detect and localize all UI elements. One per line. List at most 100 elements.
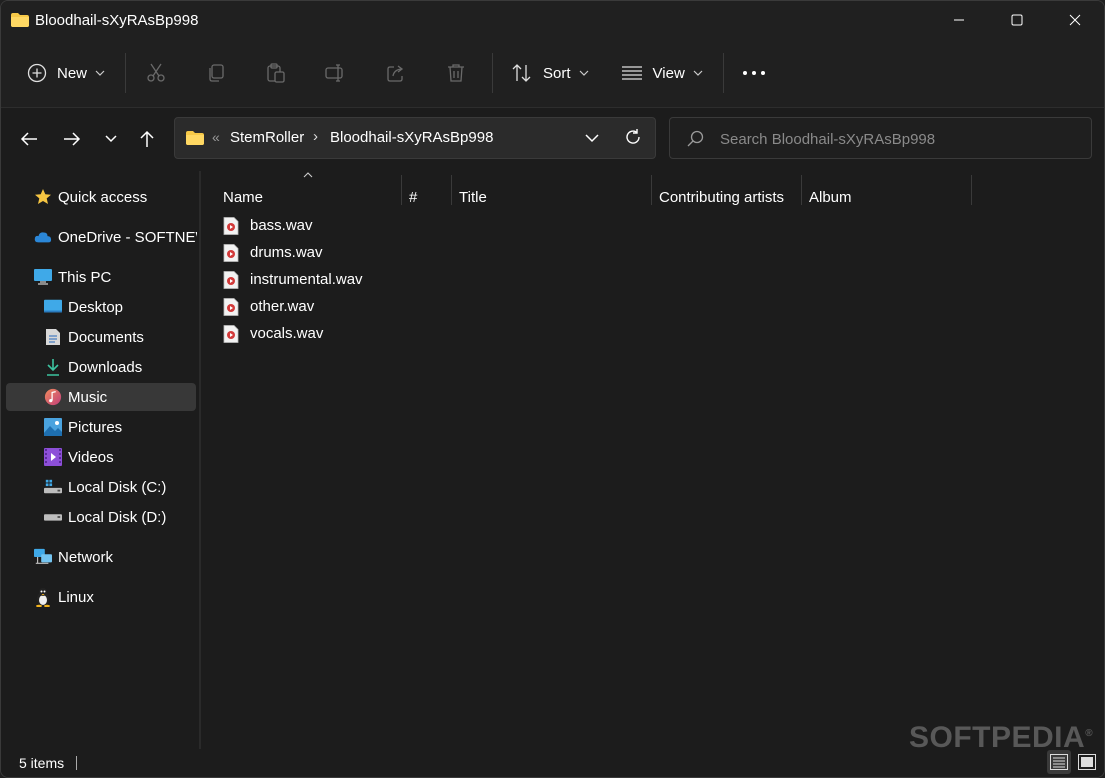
sidebar-item-label: OneDrive - SOFTNEWS: [58, 228, 197, 246]
arrow-up-icon: [140, 130, 154, 147]
refresh-icon[interactable]: [624, 128, 642, 146]
up-button[interactable]: [133, 125, 161, 153]
forward-button[interactable]: [58, 125, 86, 153]
rename-button[interactable]: [306, 53, 366, 93]
maximize-button[interactable]: [988, 1, 1046, 39]
column-divider[interactable]: [801, 175, 802, 205]
sidebar-scrollbar[interactable]: [199, 171, 201, 749]
sidebar-item-linux[interactable]: Linux: [34, 583, 194, 611]
paste-button[interactable]: [246, 53, 306, 93]
column-divider[interactable]: [451, 175, 452, 205]
share-icon: [387, 65, 404, 82]
audio-file-icon: [223, 270, 239, 289]
column-divider[interactable]: [401, 175, 402, 205]
view-button[interactable]: View: [621, 53, 703, 93]
file-list: Name # Title Contributing artists Album …: [203, 171, 1104, 749]
column-number[interactable]: #: [409, 179, 449, 215]
overflow-breadcrumb[interactable]: «: [212, 129, 220, 145]
sidebar-item-label: Network: [58, 548, 114, 566]
cut-button[interactable]: [126, 53, 186, 93]
sort-button[interactable]: Sort: [511, 53, 589, 93]
sidebar-item-quick-access[interactable]: Quick access: [34, 183, 194, 211]
delete-button[interactable]: [426, 53, 486, 93]
back-button[interactable]: [15, 125, 43, 153]
file-row[interactable]: bass.wav: [223, 212, 313, 239]
minimize-icon: [954, 19, 964, 21]
address-bar[interactable]: « StemRoller › Bloodhail-sXyRAsBp998: [174, 117, 656, 159]
sidebar-item-music[interactable]: Music: [6, 383, 196, 411]
drive-icon: [44, 508, 62, 526]
sidebar-item-label: Documents: [68, 328, 144, 346]
music-icon: [44, 388, 62, 406]
breadcrumb-current[interactable]: Bloodhail-sXyRAsBp998: [330, 129, 493, 146]
new-label: New: [57, 64, 88, 82]
address-row: « StemRoller › Bloodhail-sXyRAsBp998: [1, 108, 1104, 170]
file-row[interactable]: instrumental.wav: [223, 266, 363, 293]
rename-icon: [325, 64, 343, 82]
sidebar-item-this-pc[interactable]: This PC: [34, 263, 194, 291]
search-box[interactable]: [669, 117, 1092, 159]
sidebar-item-pictures[interactable]: Pictures: [44, 413, 194, 441]
close-icon: [1069, 14, 1081, 26]
arrow-right-icon: [64, 132, 81, 146]
more-button[interactable]: [724, 53, 784, 93]
file-row[interactable]: drums.wav: [223, 239, 323, 266]
file-row[interactable]: vocals.wav: [223, 320, 323, 347]
sidebar-item-network[interactable]: Network: [34, 543, 194, 571]
drive-icon: [44, 478, 62, 496]
audio-file-icon: [223, 297, 239, 316]
videos-icon: [44, 448, 62, 466]
desktop-icon: [44, 298, 62, 316]
column-divider[interactable]: [651, 175, 652, 205]
cloud-icon: [34, 228, 52, 246]
sidebar-item-local-disk-c[interactable]: Local Disk (C:): [44, 473, 194, 501]
folder-icon: [11, 13, 29, 27]
column-name[interactable]: Name: [223, 179, 399, 215]
maximize-icon: [1011, 14, 1023, 26]
window-title: Bloodhail-sXyRAsBp998: [35, 11, 199, 29]
plus-circle-icon: [27, 63, 47, 83]
monitor-icon: [34, 268, 52, 286]
view-icon: [621, 66, 642, 80]
sidebar-item-onedrive[interactable]: OneDrive - SOFTNEWS: [34, 223, 197, 251]
sidebar-item-label: Quick access: [58, 188, 148, 206]
sidebar-item-label: Local Disk (D:): [68, 508, 167, 526]
column-contributing-artists[interactable]: Contributing artists: [659, 179, 799, 215]
minimize-button[interactable]: [930, 1, 988, 39]
search-input[interactable]: [718, 127, 1082, 151]
audio-file-icon: [223, 324, 239, 343]
sidebar-item-local-disk-d[interactable]: Local Disk (D:): [44, 503, 194, 531]
status-separator: [76, 756, 78, 770]
sidebar-item-label: This PC: [58, 268, 112, 286]
column-divider[interactable]: [971, 175, 972, 205]
sidebar-item-desktop[interactable]: Desktop: [44, 293, 194, 321]
copy-icon: [209, 64, 224, 82]
file-name: other.wav: [250, 298, 315, 315]
column-album[interactable]: Album: [809, 179, 969, 215]
sidebar-item-label: Desktop: [68, 298, 124, 316]
linux-icon: [34, 588, 52, 607]
details-view-icon: [1050, 754, 1068, 770]
file-row[interactable]: other.wav: [223, 293, 314, 320]
new-button[interactable]: New: [27, 53, 105, 93]
sidebar-item-videos[interactable]: Videos: [44, 443, 194, 471]
copy-button[interactable]: [186, 53, 246, 93]
chevron-down-icon: [579, 70, 588, 76]
sort-icon: [512, 64, 531, 82]
close-button[interactable]: [1046, 1, 1104, 39]
command-bar: New Sort View: [1, 39, 1104, 108]
explorer-window: Bloodhail-sXyRAsBp998 New Sort View « St…: [0, 0, 1105, 778]
chevron-down-icon: [693, 70, 703, 76]
sidebar-item-downloads[interactable]: Downloads: [44, 353, 194, 381]
recent-locations-button[interactable]: [97, 125, 125, 153]
share-button[interactable]: [366, 53, 426, 93]
chevron-down-icon[interactable]: [585, 129, 599, 147]
title-bar: Bloodhail-sXyRAsBp998: [1, 1, 1104, 39]
search-icon: [687, 130, 704, 147]
sort-label: Sort: [543, 64, 571, 82]
breadcrumb-stemroller[interactable]: StemRoller: [230, 129, 304, 146]
file-name: bass.wav: [250, 217, 313, 234]
column-title[interactable]: Title: [459, 179, 649, 215]
sidebar-item-documents[interactable]: Documents: [44, 323, 194, 351]
sidebar-item-label: Local Disk (C:): [68, 478, 167, 496]
